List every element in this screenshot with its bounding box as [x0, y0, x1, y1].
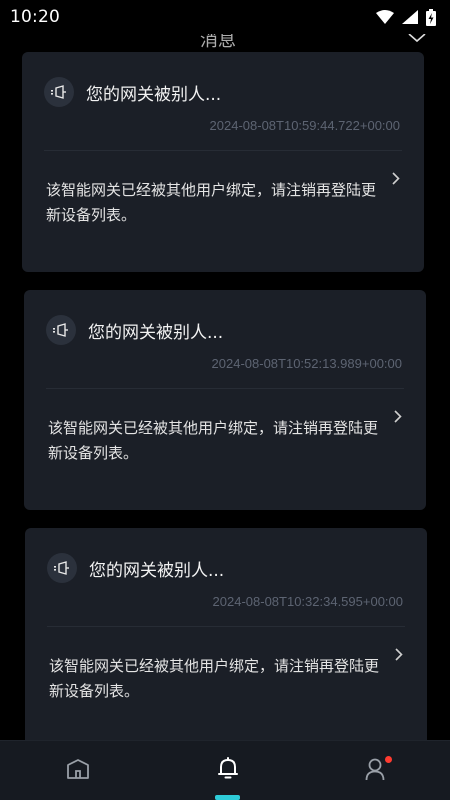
bell-icon [217, 757, 239, 785]
message-card[interactable]: 您的网关被别人... 2024-08-08T10:32:34.595+00:00… [25, 528, 427, 740]
message-body: 该智能网关已经被其他用户绑定，请注销再登陆更新设备列表。 [48, 419, 379, 462]
message-timestamp: 2024-08-08T10:52:13.989+00:00 [211, 356, 402, 371]
megaphone-icon [47, 553, 77, 583]
message-title: 您的网关被别人... [88, 322, 224, 343]
message-list[interactable]: 您的网关被别人... 2024-08-08T10:59:44.722+00:00… [0, 52, 450, 740]
active-tab-indicator [215, 795, 240, 800]
message-body: 该智能网关已经被其他用户绑定，请注销再登陆更新设备列表。 [49, 657, 380, 700]
message-header: 您的网关被别人... [47, 553, 224, 583]
wifi-icon [376, 10, 394, 24]
user-icon [364, 757, 386, 785]
message-body: 该智能网关已经被其他用户绑定，请注销再登陆更新设备列表。 [46, 181, 377, 224]
divider [46, 388, 404, 389]
chevron-right-icon[interactable] [395, 646, 403, 665]
tab-home[interactable] [3, 741, 153, 800]
chevron-right-icon[interactable] [392, 170, 400, 189]
megaphone-icon [44, 77, 74, 107]
message-header: 您的网关被别人... [46, 315, 223, 345]
megaphone-icon [46, 315, 76, 345]
chevron-right-icon[interactable] [394, 408, 402, 427]
message-card[interactable]: 您的网关被别人... 2024-08-08T10:52:13.989+00:00… [24, 290, 426, 510]
tab-messages[interactable] [153, 741, 303, 800]
notification-badge [385, 756, 392, 763]
message-timestamp: 2024-08-08T10:32:34.595+00:00 [212, 594, 403, 609]
status-icons [376, 8, 436, 26]
status-time: 10:20 [10, 7, 60, 27]
divider [44, 150, 402, 151]
battery-charging-icon [426, 8, 436, 26]
message-header: 您的网关被别人... [44, 77, 221, 107]
message-timestamp: 2024-08-08T10:59:44.722+00:00 [209, 118, 400, 133]
message-title: 您的网关被别人... [86, 84, 222, 105]
message-card[interactable]: 您的网关被别人... 2024-08-08T10:59:44.722+00:00… [22, 52, 424, 272]
divider [47, 626, 405, 627]
message-title: 您的网关被别人... [89, 560, 225, 581]
cellular-signal-icon [402, 10, 418, 24]
home-icon [66, 758, 90, 784]
bottom-tab-bar [0, 740, 450, 800]
tab-profile[interactable] [300, 741, 450, 800]
status-bar: 10:20 [0, 0, 450, 34]
